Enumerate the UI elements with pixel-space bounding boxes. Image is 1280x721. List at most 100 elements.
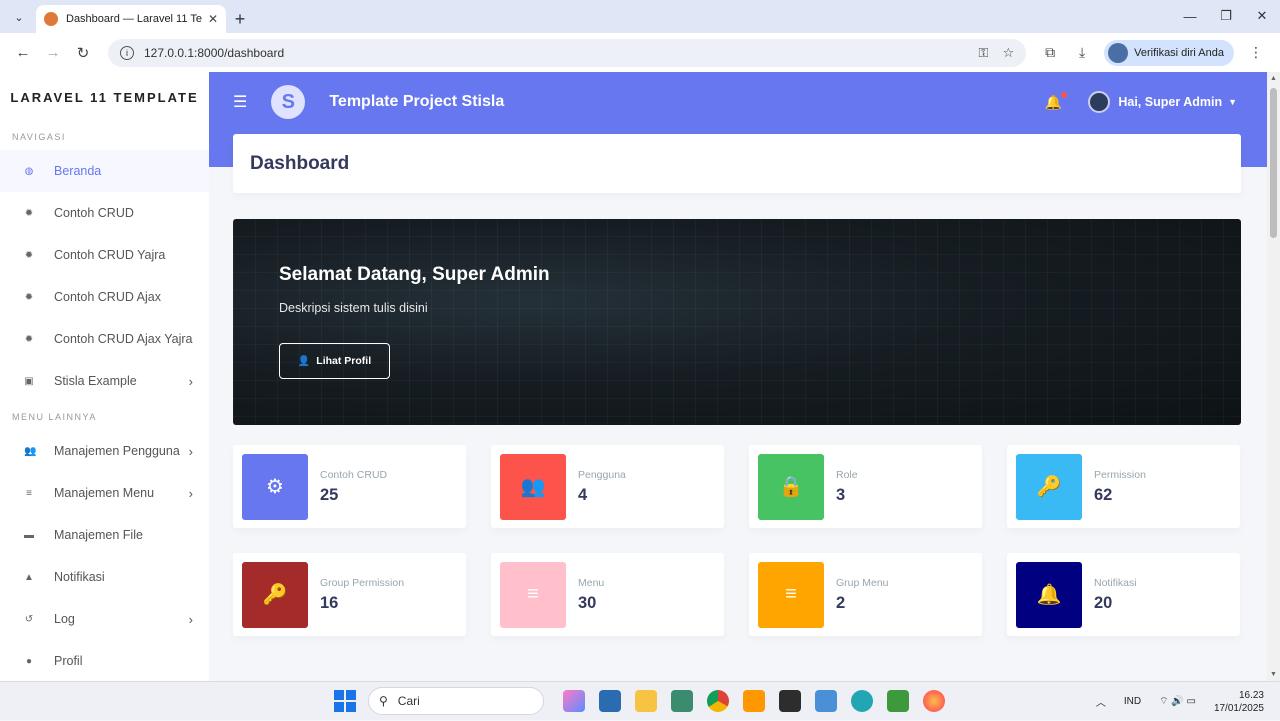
sidebar-item-contoh-crud-ajax-yajra[interactable]: ✹ Contoh CRUD Ajax Yajra [0, 318, 209, 360]
stat-card-permission: 🔑 Permission 62 [1007, 445, 1240, 528]
stat-card-menu: ≡ Menu 30 [491, 553, 724, 636]
camtasia-icon[interactable] [880, 683, 916, 719]
stat-body: Group Permission 16 [320, 577, 404, 613]
stat-value: 25 [320, 485, 339, 504]
hamburger-menu-icon[interactable]: ☰ [233, 92, 247, 112]
sidebar-item-label: Contoh CRUD Ajax [54, 289, 161, 304]
sidebar-item-manajemen-pengguna[interactable]: 👥 Manajemen Pengguna › [0, 430, 209, 472]
extensions-icon[interactable]: ⧉ [1034, 38, 1066, 68]
stat-label: Notifikasi [1094, 576, 1137, 589]
sidebar-item-contoh-crud-ajax[interactable]: ✹ Contoh CRUD Ajax [0, 276, 209, 318]
clock-time: 16.23 [1238, 689, 1264, 701]
user-dropdown[interactable]: Hai, Super Admin ▼ [1088, 91, 1237, 113]
scrollbar-thumb[interactable] [1270, 88, 1277, 238]
wifi-icon[interactable]: ⌔ 🔊 ▭ [1159, 695, 1196, 708]
stat-body: Grup Menu 2 [836, 577, 889, 613]
close-window-icon[interactable]: ✕ [1244, 0, 1280, 32]
chevron-right-icon: › [188, 443, 193, 459]
fire-icon: ◍ [24, 165, 34, 177]
tab-search-chevron-icon[interactable]: ⌄ [8, 6, 30, 28]
sidebar-item-manajemen-menu[interactable]: ≡ Manajemen Menu › [0, 472, 209, 514]
chrome-icon[interactable] [700, 683, 736, 719]
gear-icon: ✹ [24, 249, 34, 261]
notification-dot [1061, 91, 1068, 98]
sidebar-item-label: Manajemen File [54, 527, 143, 542]
sidebar-item-stisla-example[interactable]: ▣ Stisla Example › [0, 360, 209, 402]
url-input[interactable]: i 127.0.0.1:8000/dashboard ⚿ ☆ [108, 38, 1027, 67]
copilot-icon[interactable] [556, 683, 592, 719]
browser-menu-icon[interactable]: ⋮ [1240, 38, 1272, 68]
top-navbar: ☰ S Template Project Stisla 🔔 Hai, Super… [209, 72, 1267, 132]
stat-card-role: 🔒 Role 3 [749, 445, 982, 528]
menu-section-header: MENU LAINNYA [12, 412, 97, 422]
remote-desktop-icon[interactable] [592, 683, 628, 719]
page-scrollbar[interactable]: ▲ ▼ [1267, 72, 1280, 681]
back-icon[interactable]: ← [8, 38, 38, 68]
caret-down-icon: ▼ [1228, 97, 1237, 107]
close-tab-icon[interactable]: ✕ [208, 12, 218, 26]
sidebar-brand[interactable]: LARAVEL 11 TEMPLATE [0, 72, 209, 122]
sidebar-item-log[interactable]: ↺ Log › [0, 598, 209, 640]
reload-icon[interactable]: ↻ [68, 38, 98, 68]
sidebar-item-label: Contoh CRUD Ajax Yajra [54, 331, 193, 346]
clock[interactable]: 16.23 17/01/2025 [1214, 689, 1264, 715]
sidebar-item-profil[interactable]: ● Profil [0, 640, 209, 681]
taskbar-apps [556, 683, 952, 719]
gear-icon: ✹ [24, 207, 34, 219]
notepad-icon[interactable] [808, 683, 844, 719]
gear-icon: ⚙ [242, 453, 308, 520]
network-tool-icon[interactable] [844, 683, 880, 719]
stat-card-group-permission: 🔑 Group Permission 16 [233, 553, 466, 636]
sidebar-item-beranda[interactable]: ◍ Beranda [0, 150, 209, 192]
sublime-text-icon[interactable] [736, 683, 772, 719]
windows-start-icon[interactable] [334, 690, 356, 712]
sidebar-menu: NAVIGASI ◍ Beranda ✹ Contoh CRUD ✹ Contoh CRUD… [0, 122, 209, 681]
view-profile-button[interactable]: 👤 Lihat Profil [279, 343, 390, 379]
search-icon: ⚲ [379, 694, 388, 708]
forward-icon[interactable]: → [38, 38, 68, 68]
stat-value: 3 [836, 485, 846, 504]
minimize-icon[interactable]: — [1172, 0, 1208, 32]
lock-icon: 🔒 [758, 453, 824, 520]
chevron-right-icon: › [188, 611, 193, 627]
maximize-icon[interactable]: ❐ [1208, 0, 1244, 32]
download-icon[interactable]: ⤓ [1066, 38, 1098, 68]
chevron-right-icon: › [188, 373, 193, 389]
new-tab-icon[interactable]: + [226, 5, 254, 33]
password-key-icon[interactable]: ⚿ [979, 45, 989, 61]
terminal-icon[interactable] [772, 683, 808, 719]
url-text: 127.0.0.1:8000/dashboard [144, 45, 285, 60]
site-info-icon[interactable]: i [120, 45, 134, 60]
stat-label: Role [836, 468, 858, 481]
browser-tab[interactable]: Dashboard — Laravel 11 Templ ✕ [36, 5, 226, 33]
sidebar-item-notifikasi[interactable]: ▲ Notifikasi [0, 556, 209, 598]
stat-body: Pengguna 4 [578, 469, 626, 505]
app-window-icon[interactable] [664, 683, 700, 719]
bars-icon: ≡ [26, 487, 32, 499]
profile-button[interactable]: Verifikasi diri Anda [1104, 39, 1234, 66]
firefox-icon[interactable] [916, 683, 952, 719]
scroll-down-icon[interactable]: ▼ [1267, 668, 1280, 681]
profile-label: Verifikasi diri Anda [1134, 46, 1224, 59]
laravel-favicon-icon [44, 12, 58, 26]
sidebar-item-contoh-crud-yajra[interactable]: ✹ Contoh CRUD Yajra [0, 234, 209, 276]
scroll-up-icon[interactable]: ▲ [1267, 72, 1280, 85]
sidebar-item-label: Log [54, 611, 75, 626]
app-logo[interactable]: S [271, 85, 306, 119]
page-title: Dashboard [233, 134, 1241, 193]
app-title: Template Project Stisla [329, 93, 505, 110]
stat-label: Contoh CRUD [320, 468, 388, 481]
gear-icon: ✹ [24, 291, 34, 303]
file-explorer-icon[interactable] [628, 683, 664, 719]
taskbar-search-input[interactable]: ⚲ Cari [368, 687, 544, 715]
user-icon: 👤 [297, 355, 311, 367]
sidebar-item-label: Beranda [54, 163, 102, 178]
bookmark-star-icon[interactable]: ☆ [1002, 45, 1014, 61]
tray-overflow-icon[interactable]: ︿ [1096, 694, 1106, 709]
sidebar-item-contoh-crud[interactable]: ✹ Contoh CRUD [0, 192, 209, 234]
clock-date: 17/01/2025 [1213, 702, 1264, 714]
stat-body: Role 3 [836, 469, 858, 505]
notification-bell-icon[interactable]: 🔔 [1045, 91, 1068, 111]
sidebar-item-manajemen-file[interactable]: ▬ Manajemen File [0, 514, 209, 556]
language-indicator[interactable]: IND [1124, 696, 1141, 707]
